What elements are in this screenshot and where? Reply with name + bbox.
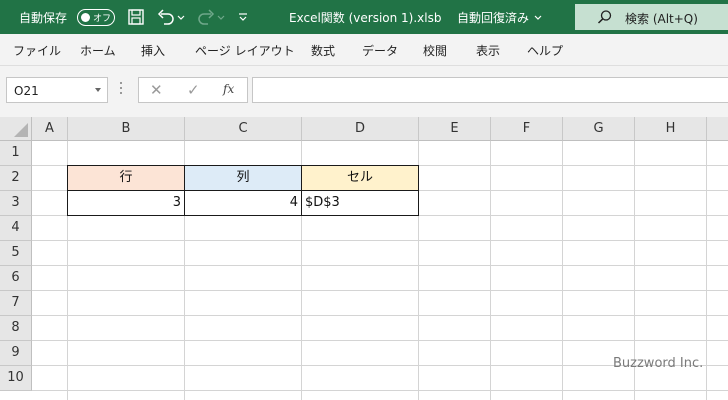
tab-review[interactable]: 校閲 <box>423 42 447 59</box>
save-icon[interactable] <box>127 8 145 26</box>
table-border <box>67 190 419 191</box>
formula-bar-grip-icon[interactable] <box>120 82 123 96</box>
formula-bar-area: O21 ✕ ✓ fx <box>0 66 728 117</box>
column-header-g[interactable]: G <box>563 117 635 141</box>
undo-dropdown-icon[interactable] <box>177 8 185 26</box>
tab-home[interactable]: ホーム <box>80 42 116 59</box>
tab-file[interactable]: ファイル <box>13 42 61 59</box>
column-header-b[interactable]: B <box>68 117 185 141</box>
row-header-7[interactable]: 7 <box>0 291 32 316</box>
tab-view[interactable]: 表示 <box>476 42 500 59</box>
enter-icon[interactable]: ✓ <box>187 81 200 99</box>
redo-dropdown-icon[interactable] <box>217 8 225 26</box>
column-header-e[interactable]: E <box>419 117 491 141</box>
formula-input[interactable] <box>252 77 728 103</box>
row-header-2[interactable]: 2 <box>0 166 32 191</box>
toggle-knob <box>81 12 90 22</box>
row-header-10[interactable]: 10 <box>0 366 32 391</box>
row-header-4[interactable]: 4 <box>0 216 32 241</box>
gridline <box>32 240 728 241</box>
search-placeholder: 検索 (Alt+Q) <box>625 12 698 26</box>
row-header-9[interactable]: 9 <box>0 341 32 366</box>
gridline <box>562 141 563 400</box>
row-header-6[interactable]: 6 <box>0 266 32 291</box>
name-box[interactable]: O21 <box>6 77 108 103</box>
customize-toolbar-icon[interactable] <box>237 8 249 26</box>
save-status-dropdown-icon[interactable] <box>534 8 542 26</box>
row-header-5[interactable]: 5 <box>0 241 32 266</box>
ribbon-tabs: ファイル ホーム 挿入 ページ レイアウト 数式 データ 校閲 表示 ヘルプ <box>0 34 728 66</box>
gridline <box>490 141 491 400</box>
column-header-h[interactable]: H <box>635 117 707 141</box>
gridline <box>706 141 707 400</box>
select-all-triangle-icon <box>14 123 28 137</box>
column-header-a[interactable]: A <box>32 117 68 141</box>
undo-icon[interactable] <box>156 8 176 26</box>
gridline <box>32 340 728 341</box>
tab-formulas[interactable]: 数式 <box>311 42 335 59</box>
insert-function-icon[interactable]: fx <box>223 82 234 96</box>
gridline <box>32 315 728 316</box>
tab-page-layout[interactable]: ページ レイアウト <box>195 42 295 59</box>
cancel-icon[interactable]: ✕ <box>150 81 163 99</box>
redo-icon[interactable] <box>196 8 216 26</box>
tab-data[interactable]: データ <box>362 42 398 59</box>
search-box[interactable]: 検索 (Alt+Q) <box>575 4 728 30</box>
column-header-f[interactable]: F <box>491 117 563 141</box>
autosave-label: 自動保存 <box>19 11 68 25</box>
row-header-3[interactable]: 3 <box>0 191 32 216</box>
search-icon <box>597 10 612 24</box>
select-all-corner[interactable] <box>0 117 32 141</box>
window-title: Excel関数 (version 1).xlsb <box>289 11 442 25</box>
gridline <box>32 390 728 391</box>
row-header-1[interactable]: 1 <box>0 141 32 166</box>
column-header-c[interactable]: C <box>185 117 302 141</box>
watermark: Buzzword Inc. <box>613 356 704 371</box>
excel-window: 自動保存 オフ Excel関数 (version 1).xlsb 自動回復済み … <box>0 0 728 400</box>
gridline <box>32 290 728 291</box>
autosave-toggle[interactable]: オフ <box>77 9 115 26</box>
formula-buttons: ✕ ✓ fx <box>138 77 248 103</box>
column-header-d[interactable]: D <box>302 117 419 141</box>
row-header-8[interactable]: 8 <box>0 316 32 341</box>
gridline <box>32 265 728 266</box>
tab-help[interactable]: ヘルプ <box>527 42 563 59</box>
title-bar: 自動保存 オフ Excel関数 (version 1).xlsb 自動回復済み … <box>0 0 728 34</box>
name-box-value: O21 <box>14 84 39 98</box>
autosave-state: オフ <box>93 14 112 24</box>
name-box-dropdown-icon[interactable] <box>95 88 101 92</box>
save-status[interactable]: 自動回復済み <box>457 9 529 26</box>
tab-insert[interactable]: 挿入 <box>141 42 165 59</box>
column-header-partial[interactable] <box>707 117 728 141</box>
